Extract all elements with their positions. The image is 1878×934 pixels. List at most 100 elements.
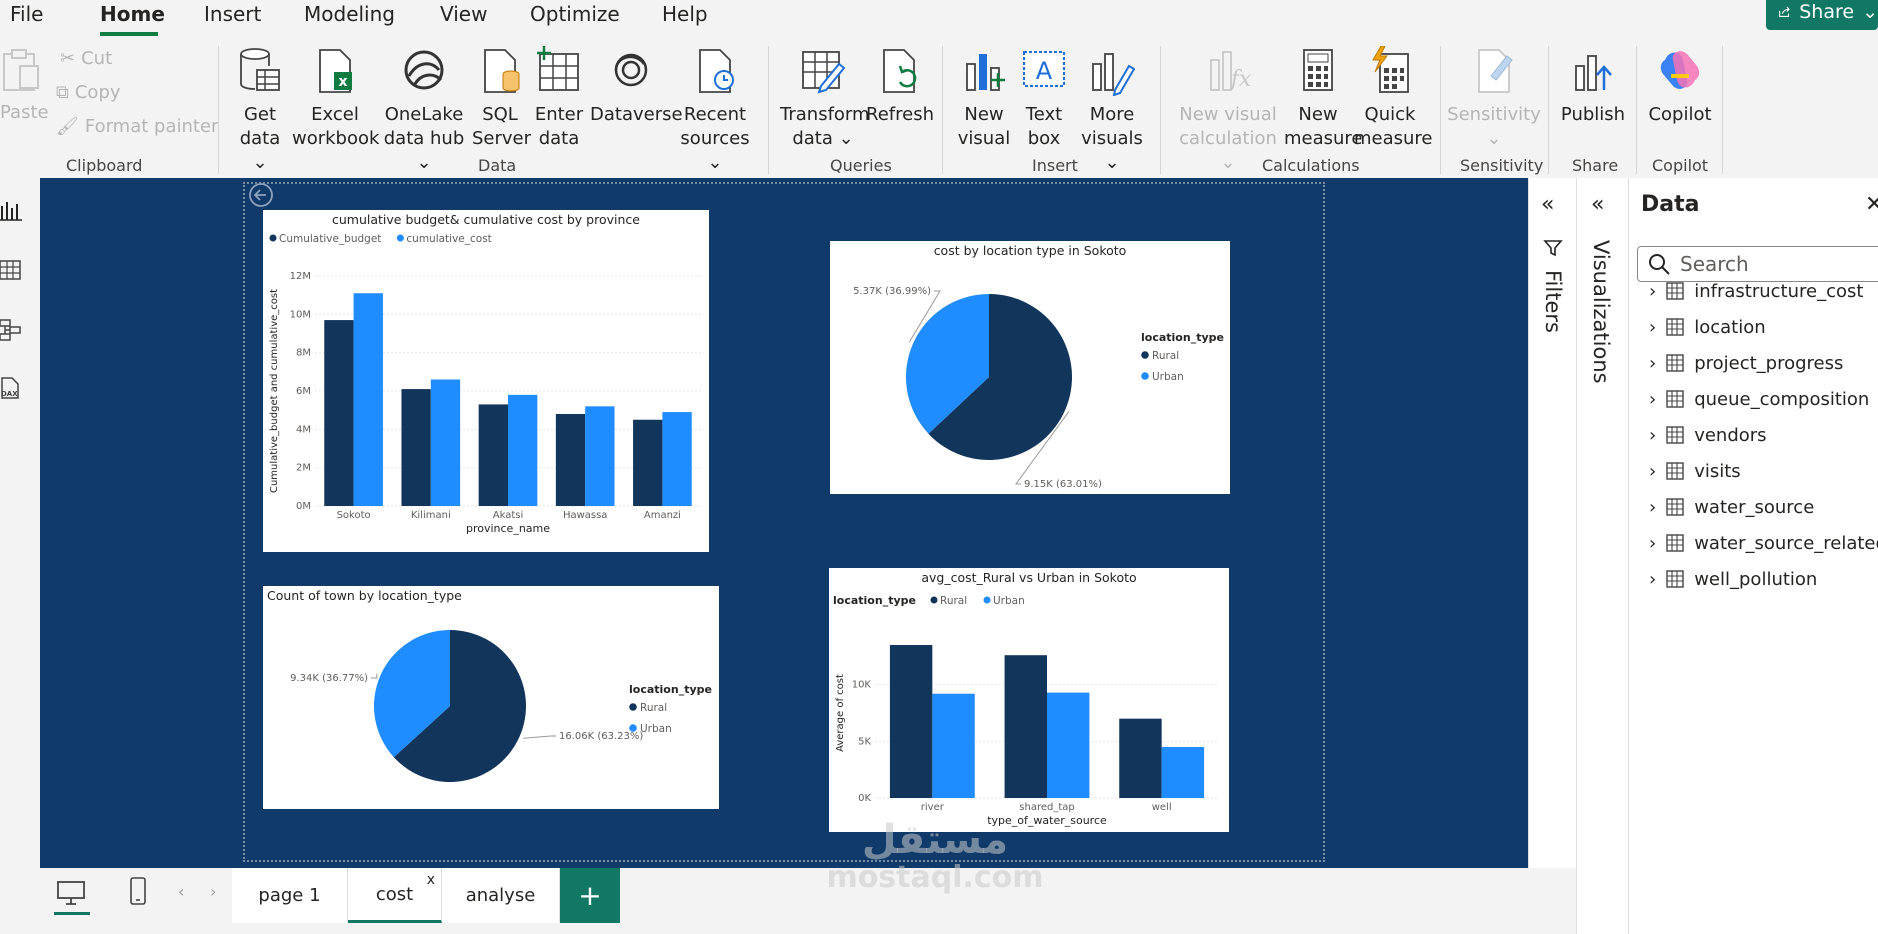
layout-active-indicator: [54, 912, 90, 915]
transform-data-button[interactable]: Transform data ⌄: [780, 46, 870, 151]
menu-optimize[interactable]: Optimize: [530, 2, 620, 26]
x-tick-label: river: [921, 802, 945, 813]
bar: [555, 414, 586, 506]
quick-measure-button[interactable]: Quick measure: [1354, 45, 1433, 151]
add-page-button[interactable]: +: [560, 868, 620, 923]
share-button[interactable]: Share ⌄: [1766, 0, 1878, 30]
get-data-label-1: Get: [243, 104, 277, 125]
close-icon[interactable]: ✕: [1865, 192, 1878, 217]
mobile-layout-icon[interactable]: [128, 876, 148, 906]
desktop-layout-icon[interactable]: [56, 880, 86, 906]
table-icon: [1666, 354, 1684, 372]
bar: [889, 645, 933, 798]
bar: [1119, 718, 1162, 798]
excel-workbook-button[interactable]: x Excel workbook: [292, 46, 379, 151]
pie-chart: 16.06K (63.23%) 9.34K (36.77%) location_ty…: [290, 630, 712, 782]
sql-label-2: Server: [472, 128, 532, 149]
menu-home[interactable]: Home: [100, 2, 165, 26]
svg-text:A: A: [1036, 57, 1053, 85]
tab-close-icon[interactable]: x: [427, 872, 435, 888]
new-measure-label-2: measure: [1284, 128, 1363, 149]
transform-label-2: data ⌄: [792, 128, 854, 149]
group-separator: [768, 46, 769, 174]
table-item[interactable]: › vendors: [1649, 420, 1767, 450]
more-visuals-button[interactable]: More visuals ⌄: [1076, 46, 1148, 175]
filters-pane[interactable]: « Filters: [1528, 178, 1576, 868]
new-visual-label-2: visual: [957, 128, 1011, 149]
share-group-label: Share: [1572, 156, 1619, 175]
enter-data-button[interactable]: Enter data: [532, 46, 586, 151]
table-item[interactable]: › water_source_related_...: [1649, 528, 1878, 558]
new-visual-button[interactable]: New visual: [956, 46, 1012, 151]
onelake-data-hub-button[interactable]: OneLake data hub ⌄: [380, 46, 468, 175]
sql-server-button[interactable]: SQL Server: [472, 46, 532, 151]
table-item[interactable]: › water_source: [1649, 492, 1814, 522]
report-canvas[interactable]: cumulative budget& cumulative cost by pr…: [40, 178, 1528, 868]
tab-analyse[interactable]: analyse: [442, 868, 560, 923]
tab-page-1[interactable]: page 1: [232, 868, 348, 923]
copy-button[interactable]: ⧉ Copy: [56, 82, 121, 103]
menu-insert[interactable]: Insert: [204, 2, 261, 26]
dax-query-view-icon[interactable]: DAX: [0, 376, 24, 400]
legend-label: Urban: [993, 595, 1025, 607]
legend-marker: [1141, 351, 1149, 359]
y-axis-title: Cumulative_budget and cumulative_cost: [269, 289, 280, 493]
collapse-chevron-icon[interactable]: «: [1591, 192, 1604, 217]
table-item[interactable]: › well_pollution: [1649, 564, 1817, 594]
scroll-right-icon[interactable]: ›: [210, 882, 216, 901]
table-item[interactable]: › location: [1649, 312, 1766, 342]
visual-cost-by-location-type[interactable]: cost by location type in Sokoto 9.15K (6…: [830, 241, 1230, 494]
bar: [585, 406, 615, 506]
recent-sources-button[interactable]: Recent sources ⌄: [674, 46, 756, 175]
data-label: 16.06K (63.23%): [559, 731, 643, 742]
table-item[interactable]: › project_progress: [1649, 348, 1843, 378]
table-name: location: [1694, 316, 1766, 338]
y-tick-label: 2M: [296, 463, 311, 474]
new-measure-button[interactable]: New measure: [1284, 46, 1363, 151]
menu-file[interactable]: File: [10, 2, 43, 26]
text-box-button[interactable]: A Text box: [1018, 46, 1070, 151]
model-view-icon[interactable]: [0, 318, 24, 342]
menu-help[interactable]: Help: [662, 2, 708, 26]
chevron-right-icon: ›: [1649, 388, 1657, 410]
sensitivity-button[interactable]: Sensitivity ⌄: [1446, 46, 1542, 151]
scroll-left-icon[interactable]: ‹: [178, 882, 184, 901]
get-data-button[interactable]: Get data ⌄: [232, 46, 288, 175]
table-item[interactable]: › infrastructure_cost: [1649, 276, 1863, 306]
tab-cost[interactable]: cost x: [348, 868, 442, 923]
calculations-group-label: Calculations: [1262, 156, 1360, 175]
table-icon: [1666, 426, 1684, 444]
new-visual-label-1: New: [964, 104, 1004, 125]
view-switcher: DAX: [0, 178, 40, 868]
bar: [932, 693, 975, 798]
visualizations-pane[interactable]: « Visualizations: [1576, 178, 1628, 934]
visual-avg-cost-rural-urban[interactable]: avg_cost_Rural vs Urban in Sokoto locati…: [829, 568, 1229, 832]
get-data-label-2: data ⌄: [239, 128, 281, 173]
scissors-icon: ✂: [60, 48, 76, 69]
refresh-button[interactable]: Refresh: [866, 46, 934, 127]
brush-icon: 🖌: [56, 116, 79, 137]
copy-label: Copy: [74, 82, 121, 103]
visual-count-of-town[interactable]: Count of town by location_type 16.06K (6…: [263, 586, 719, 809]
chevron-right-icon: ›: [1649, 568, 1657, 590]
menu-modeling[interactable]: Modeling: [304, 2, 395, 26]
publish-button[interactable]: Publish: [1558, 46, 1628, 127]
menu-view[interactable]: View: [440, 2, 487, 26]
legend-title: location_type: [833, 594, 916, 607]
chevron-right-icon: ›: [1649, 460, 1657, 482]
table-item[interactable]: › queue_composition: [1649, 384, 1869, 414]
copilot-button[interactable]: Copilot: [1646, 46, 1714, 127]
cut-button[interactable]: ✂ Cut: [60, 48, 112, 69]
paste-button[interactable]: Paste: [0, 46, 49, 125]
copilot-label: Copilot: [1648, 104, 1712, 125]
svg-text:fx: fx: [1229, 67, 1251, 92]
table-item[interactable]: › visits: [1649, 456, 1741, 486]
collapse-chevron-icon[interactable]: «: [1541, 192, 1554, 217]
visual-cumulative-budget-cost[interactable]: cumulative budget& cumulative cost by pr…: [263, 210, 709, 552]
table-view-icon[interactable]: [0, 258, 24, 282]
dataverse-button[interactable]: Dataverse: [590, 46, 683, 127]
back-arrow-icon[interactable]: [248, 182, 274, 208]
format-painter-button[interactable]: 🖌 Format painter: [56, 116, 218, 137]
group-separator: [942, 46, 943, 174]
report-view-icon[interactable]: [0, 198, 24, 222]
